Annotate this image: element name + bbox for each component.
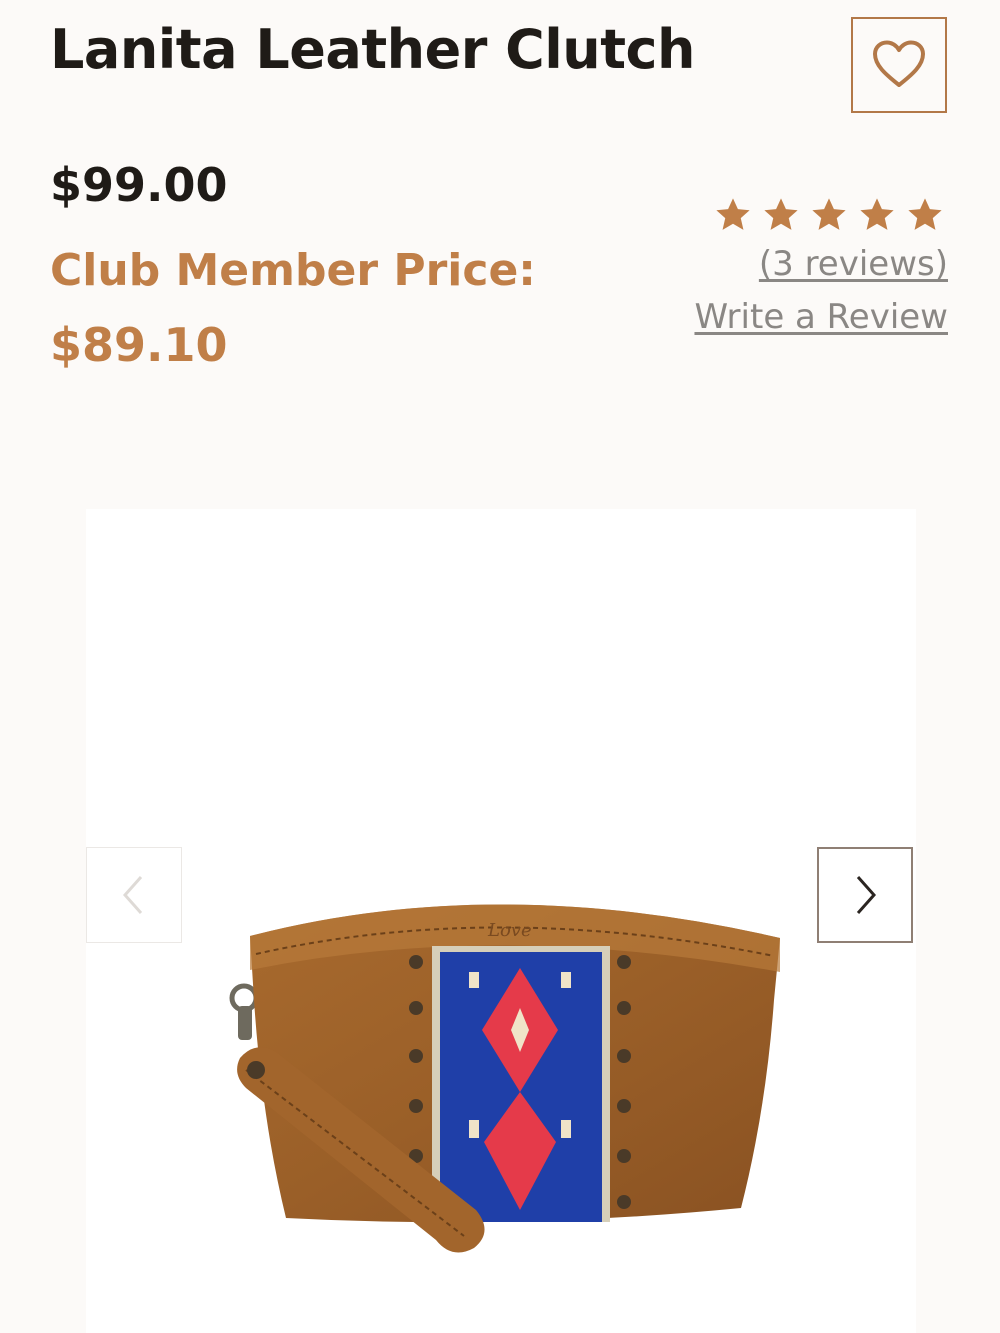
product-title: Lanita Leather Clutch [50, 18, 696, 81]
star-icon [908, 198, 942, 230]
reviews-count-link[interactable]: (3 reviews) [759, 244, 948, 284]
chevron-right-icon [856, 876, 877, 914]
club-member-price: $89.10 [50, 318, 228, 372]
product-image-clutch: Love [229, 904, 780, 1253]
product-price: $99.00 [50, 158, 228, 212]
star-icon [764, 198, 798, 230]
heart-icon [871, 39, 927, 92]
star-rating [714, 196, 944, 234]
write-review-link[interactable]: Write a Review [694, 297, 948, 337]
chevron-left-icon [122, 876, 143, 914]
gallery-prev-button[interactable] [86, 847, 182, 943]
star-icon [812, 198, 846, 230]
wishlist-button[interactable] [851, 17, 947, 113]
svg-text:Love: Love [487, 920, 532, 941]
gallery-next-button[interactable] [817, 847, 913, 943]
star-icon [716, 198, 750, 230]
club-member-price-label: Club Member Price: [50, 245, 536, 296]
star-icon [860, 198, 894, 230]
